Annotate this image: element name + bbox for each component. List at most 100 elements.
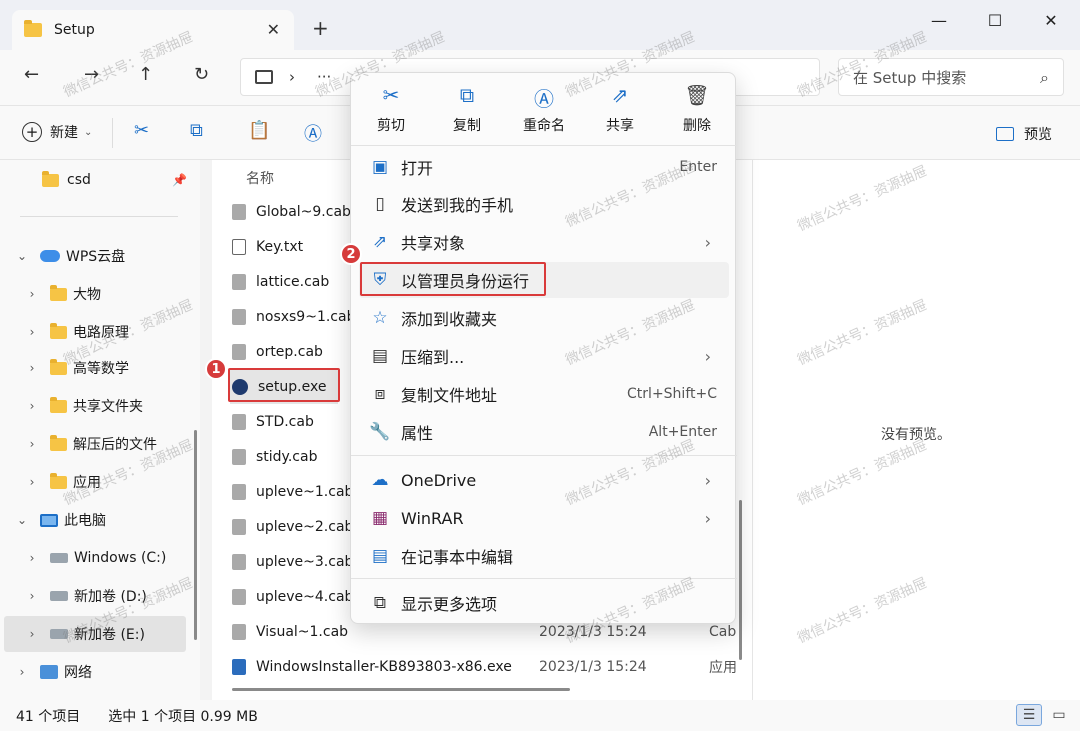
chevron-right-icon[interactable]: › (24, 325, 40, 339)
delete-action[interactable]: 🗑 删除 (662, 83, 732, 135)
cab-file-icon (232, 274, 246, 290)
breadcrumb-chevron-icon: › (289, 68, 295, 86)
column-header-name[interactable]: 名称 (246, 168, 274, 188)
file-row[interactable]: ortep.cab (232, 335, 323, 369)
search-input[interactable]: 在 Setup 中搜索 ⌕ (838, 58, 1064, 96)
cab-file-icon (232, 519, 246, 535)
file-row[interactable]: upleve~1.cab (232, 475, 353, 509)
cut-icon[interactable]: ✂ (134, 120, 149, 141)
sidebar-item-extracted[interactable]: › 解压后的文件 (24, 426, 212, 462)
menu-item-share-with[interactable]: ⇗ 共享对象 › (359, 224, 729, 260)
sidebar-item-apps[interactable]: › 应用 (24, 464, 212, 500)
menu-item-compress[interactable]: ▤ 压缩到... › (359, 338, 729, 374)
share-label: 共享 (606, 118, 634, 134)
chevron-right-icon[interactable]: › (24, 287, 40, 301)
menu-item-label: 打开 (401, 159, 434, 178)
highlight-box-setup (228, 368, 340, 402)
sidebar-item-csd[interactable]: csd 📌 (42, 162, 230, 198)
file-row[interactable]: WindowsInstaller-KB893803-x86.exe 2023/1/… (232, 650, 752, 684)
back-arrow-icon[interactable]: ← (24, 64, 39, 85)
sidebar-item-label: 大物 (73, 287, 101, 303)
folder-icon (42, 170, 59, 187)
file-name: upleve~2.cab (256, 519, 354, 535)
file-row[interactable]: upleve~4.cab (232, 580, 353, 614)
chevron-right-icon[interactable]: › (24, 589, 40, 603)
sidebar-item-shared[interactable]: › 共享文件夹 (24, 388, 212, 424)
cab-file-icon (232, 204, 246, 220)
chevron-right-icon[interactable]: › (24, 437, 40, 451)
sidebar-item-this-pc[interactable]: ⌄ 此电脑 (14, 502, 202, 538)
share-action[interactable]: ⇗ 共享 (585, 83, 655, 135)
file-name: Key.txt (256, 239, 304, 255)
cut-action[interactable]: ✂ 剪切 (356, 83, 426, 135)
rename-icon[interactable]: Ⓐ (304, 120, 322, 146)
file-row[interactable]: STD.cab (232, 405, 314, 439)
file-row[interactable]: Global~9.cab (232, 195, 351, 229)
folder-icon (50, 358, 67, 375)
menu-item-show-more[interactable]: ⧉ 显示更多选项 (359, 585, 729, 621)
forward-arrow-icon[interactable]: → (84, 64, 99, 85)
sidebar-item-drive-e[interactable]: › 新加卷 (E:) (4, 616, 186, 652)
refresh-icon[interactable]: ↻ (194, 64, 209, 85)
installer-file-icon (232, 659, 246, 675)
file-row[interactable]: upleve~3.cab (232, 545, 353, 579)
folder-icon (50, 284, 67, 301)
menu-item-properties[interactable]: 🔧 属性 Alt+Enter (359, 414, 729, 450)
maximize-button[interactable]: ☐ (972, 6, 1018, 34)
breadcrumb-more[interactable]: ··· (317, 68, 331, 86)
close-window-button[interactable]: ✕ (1028, 6, 1074, 34)
file-name: Global~9.cab (256, 204, 351, 220)
file-date: 2023/1/3 15:24 (539, 624, 647, 640)
chevron-right-icon[interactable]: › (24, 475, 40, 489)
chevron-down-icon[interactable]: ⌄ (14, 249, 30, 263)
search-icon: ⌕ (1040, 68, 1049, 87)
menu-item-send-to-phone[interactable]: ▯ 发送到我的手机 (359, 186, 729, 222)
chevron-right-icon[interactable]: › (14, 665, 30, 679)
preview-pane-icon (996, 127, 1014, 141)
file-row[interactable]: stidy.cab (232, 440, 317, 474)
menu-item-winrar[interactable]: ▦ WinRAR › (359, 500, 729, 536)
tab-setup[interactable]: Setup ✕ (12, 10, 294, 50)
chevron-right-icon[interactable]: › (24, 551, 40, 565)
menu-item-open[interactable]: ▣ 打开 Enter (359, 149, 729, 185)
tiles-view-icon[interactable]: ▭ (1046, 704, 1072, 726)
delete-icon: 🗑 (684, 83, 710, 107)
file-row[interactable]: nosxs9~1.cab (232, 300, 355, 334)
tab-close-icon[interactable]: ✕ (267, 20, 280, 39)
chevron-right-icon[interactable]: › (24, 399, 40, 413)
new-button[interactable]: + 新建 ⌄ (22, 122, 92, 142)
menu-item-copy-path[interactable]: ⧈ 复制文件地址 Ctrl+Shift+C (359, 376, 729, 412)
sidebar-item-network[interactable]: › 网络 (14, 654, 202, 690)
details-view-icon[interactable]: ☰ (1016, 704, 1042, 726)
chevron-down-icon[interactable]: ⌄ (14, 513, 30, 527)
sidebar-item-label: 应用 (73, 475, 101, 491)
menu-shortcut: Ctrl+Shift+C (627, 386, 717, 402)
copy-icon[interactable]: ⧉ (190, 120, 203, 141)
file-type: 应用 (709, 660, 737, 676)
menu-item-add-favorite[interactable]: ☆ 添加到收藏夹 (359, 300, 729, 336)
sidebar-item-math[interactable]: › 高等数学 (24, 350, 212, 386)
vertical-scrollbar[interactable] (739, 500, 742, 660)
sidebar-item-drive-c[interactable]: › Windows (C:) (24, 540, 212, 576)
minimize-button[interactable]: — (916, 6, 962, 34)
copy-action[interactable]: ⧉ 复制 (432, 83, 502, 135)
sidebar-item-circuit[interactable]: › 电路原理 (24, 314, 212, 350)
file-row[interactable]: Key.txt (232, 230, 303, 264)
preview-button[interactable]: 预览 (996, 124, 1052, 144)
new-tab-button[interactable]: + (312, 16, 329, 40)
horizontal-scrollbar[interactable] (232, 688, 570, 691)
sidebar-item-drive-d[interactable]: › 新加卷 (D:) (24, 578, 212, 614)
file-row[interactable]: lattice.cab (232, 265, 329, 299)
pin-icon[interactable]: 📌 (172, 173, 187, 187)
menu-item-onedrive[interactable]: ☁ OneDrive › (359, 462, 729, 498)
paste-icon[interactable]: 📋 (248, 120, 270, 141)
sidebar-scrollbar[interactable] (194, 430, 197, 640)
chevron-right-icon[interactable]: › (24, 361, 40, 375)
sidebar-item-dawu[interactable]: › 大物 (24, 276, 212, 312)
up-arrow-icon[interactable]: ↑ (138, 64, 153, 85)
rename-action[interactable]: Ⓐ 重命名 (509, 83, 579, 135)
file-row[interactable]: upleve~2.cab (232, 510, 353, 544)
menu-item-edit-notepad[interactable]: ▤ 在记事本中编辑 (359, 538, 729, 574)
sidebar-item-wps-cloud[interactable]: ⌄ WPS云盘 (14, 238, 202, 274)
chevron-right-icon[interactable]: › (24, 627, 40, 641)
